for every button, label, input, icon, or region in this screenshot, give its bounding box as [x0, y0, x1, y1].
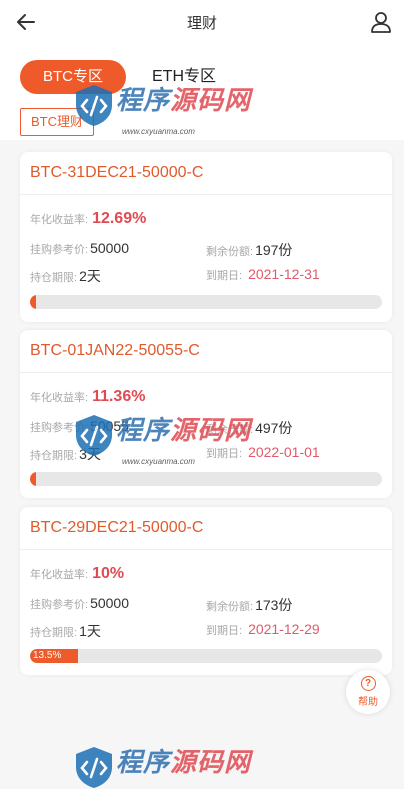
rate-row: 年化收益率: 12.69% [30, 210, 146, 228]
watermark: 程序源码网 [72, 742, 251, 789]
expiry-value: 2021-12-29 [248, 621, 320, 637]
remain-label: 剩余份额: [206, 601, 254, 613]
period-label: 持仓期限: [30, 450, 78, 462]
rate-row: 年化收益率: 11.36% [30, 388, 145, 406]
rate-value: 12.69% [92, 210, 147, 227]
watermark-text: 程序源码网 [116, 415, 252, 445]
watermark-url: www.cxyuanma.com [122, 456, 195, 466]
progress-bar [30, 472, 382, 486]
product-name: BTC-31DEC21-50000-C [20, 152, 392, 195]
expiry-row: 到期日: 2021-12-29 [206, 621, 320, 638]
shield-logo-icon [76, 414, 112, 456]
price-value: 50000 [90, 240, 129, 256]
shield-logo-icon [76, 746, 112, 788]
watermark-url: www.cxyuanma.com [122, 126, 195, 136]
help-button[interactable]: ? 帮助 [346, 670, 390, 714]
period-row: 持仓期限: 1天 [30, 621, 101, 641]
product-card[interactable]: BTC-29DEC21-50000-C 年化收益率: 10% 挂购参考价: 5000… [20, 507, 392, 675]
price-label: 挂购参考价: [30, 599, 89, 611]
period-value: 2天 [79, 268, 101, 284]
product-name: BTC-29DEC21-50000-C [20, 507, 392, 550]
rate-value: 11.36% [92, 388, 146, 405]
rate-label: 年化收益率: [30, 569, 89, 581]
expiry-label: 到期日: [206, 625, 243, 637]
shield-logo-icon [76, 84, 112, 126]
expiry-row: 到期日: 2021-12-31 [206, 266, 320, 283]
progress-fill [30, 295, 36, 309]
watermark: 程序源码网 www.cxyuanma.com [72, 410, 251, 466]
rate-label: 年化收益率: [30, 214, 89, 226]
remain-value: 197份 [255, 242, 293, 258]
progress-bar [30, 295, 382, 309]
period-label: 持仓期限: [30, 627, 78, 639]
price-value: 50000 [90, 595, 129, 611]
rate-label: 年化收益率: [30, 392, 89, 404]
period-label: 持仓期限: [30, 272, 78, 284]
progress-bar: 13.5% [30, 649, 382, 663]
question-icon: ? [360, 676, 376, 691]
product-card[interactable]: BTC-31DEC21-50000-C 年化收益率: 12.69% 挂购参考价: 5… [20, 152, 392, 322]
price-row: 挂购参考价: 50000 [30, 240, 129, 257]
period-row: 持仓期限: 2天 [30, 266, 101, 286]
remain-row: 剩余份额: 173份 [206, 595, 292, 615]
watermark: 程序源码网 www.cxyuanma.com [72, 80, 251, 136]
expiry-value: 2022-01-01 [248, 444, 320, 460]
remain-value: 173份 [255, 597, 293, 613]
remain-label: 剩余份额: [206, 246, 254, 258]
progress-fill: 13.5% [30, 649, 78, 663]
expiry-label: 到期日: [206, 270, 243, 282]
product-name: BTC-01JAN22-50055-C [20, 330, 392, 373]
period-value: 1天 [79, 623, 101, 639]
watermark-text: 程序源码网 [116, 747, 252, 777]
price-label: 挂购参考价: [30, 244, 89, 256]
progress-fill [30, 472, 36, 486]
remain-row: 剩余份额: 197份 [206, 240, 292, 260]
price-row: 挂购参考价: 50000 [30, 595, 129, 612]
help-label: 帮助 [358, 697, 378, 708]
rate-row: 年化收益率: 10% [30, 565, 124, 583]
remain-value: 497份 [255, 420, 293, 436]
user-icon[interactable] [370, 10, 392, 34]
watermark-text: 程序源码网 [116, 85, 252, 115]
page-title: 理财 [186, 15, 217, 32]
rate-value: 10% [92, 565, 125, 582]
top-bar: 理财 [0, 0, 404, 45]
expiry-value: 2021-12-31 [248, 266, 320, 282]
